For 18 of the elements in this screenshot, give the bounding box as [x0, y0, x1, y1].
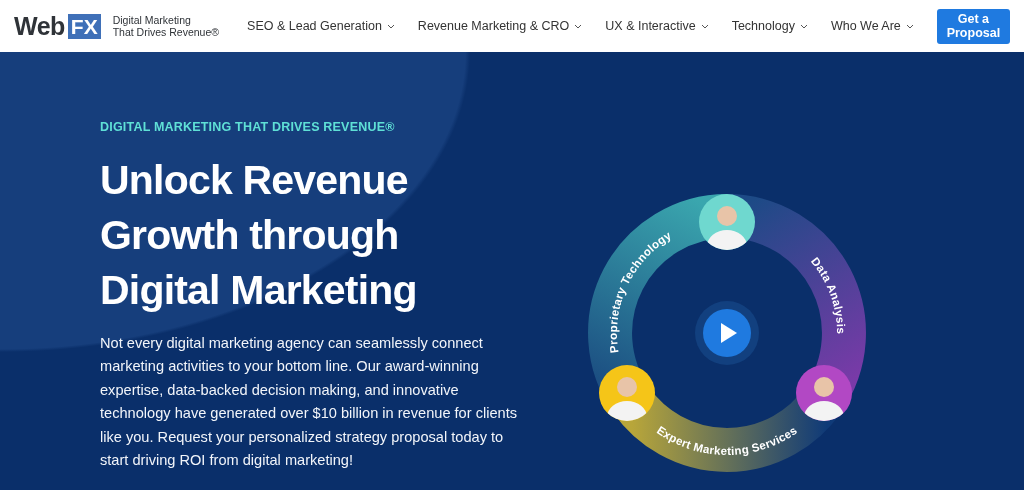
chevron-down-icon — [574, 23, 583, 29]
eyebrow-text: DIGITAL MARKETING THAT DRIVES REVENUE® — [100, 120, 396, 134]
nav-link[interactable]: Who We Are — [830, 19, 914, 33]
nav-link[interactable]: Technology — [731, 19, 808, 33]
logo-mark: FX — [67, 13, 101, 39]
nav-link[interactable]: SEO & Lead Generation — [247, 19, 395, 33]
play-button[interactable] — [695, 301, 759, 365]
hero-heading: Unlock Revenue Growth through Digital Marketing — [100, 156, 418, 315]
nav-link[interactable]: Revenue Marketing & CRO — [417, 19, 583, 33]
hero-description: Not every digital marketing agency can seamlessly connect marketing activities to your bottom line. Our award-winning expertise, data-backed decision making, and innovative technology have generated over $10 billion in revenue for clients like you. Request your personalized strategy proposal today to start driving ROI from digital marketing! — [100, 334, 518, 471]
tagline: Digital Marketing That Drives Revenue® — [112, 14, 220, 38]
chevron-down-icon — [700, 23, 709, 29]
chevron-down-icon — [386, 23, 395, 29]
nav-link[interactable]: UX & Interactive — [605, 19, 709, 33]
chevron-down-icon — [905, 23, 914, 29]
logo-wordmark: Web — [14, 11, 65, 41]
get-proposal-button[interactable]: Get a Proposal — [936, 8, 1010, 44]
chevron-down-icon — [799, 23, 808, 29]
